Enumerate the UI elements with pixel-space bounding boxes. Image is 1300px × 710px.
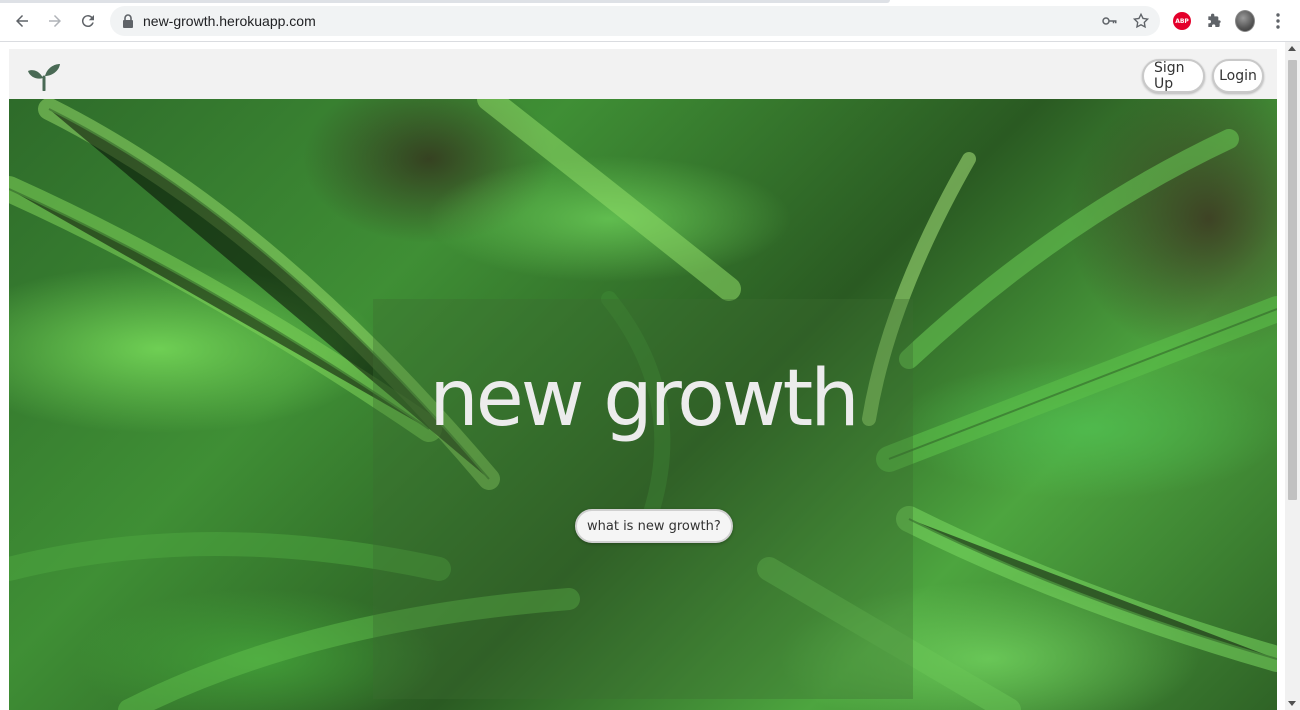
address-bar[interactable]: new-growth.herokuapp.com bbox=[110, 6, 1160, 36]
hero-section: new growth what is new growth? bbox=[9, 99, 1277, 710]
abp-icon: ABP bbox=[1173, 12, 1191, 30]
avatar bbox=[1235, 10, 1255, 32]
key-icon[interactable] bbox=[1100, 12, 1118, 30]
page-viewport: Sign Up Login new growth what is new gro… bbox=[0, 42, 1300, 710]
reload-icon bbox=[81, 15, 94, 28]
browser-menu-button[interactable] bbox=[1268, 11, 1288, 31]
hero-title: new growth bbox=[429, 354, 859, 444]
scroll-up-arrow[interactable] bbox=[1288, 46, 1296, 51]
scroll-down-arrow[interactable] bbox=[1288, 701, 1296, 706]
browser-toolbar: new-growth.herokuapp.com ABP bbox=[0, 0, 1300, 42]
lock-icon bbox=[123, 14, 133, 28]
scroll-thumb[interactable] bbox=[1288, 60, 1297, 500]
sign-up-button[interactable]: Sign Up bbox=[1142, 59, 1205, 93]
extensions-button[interactable] bbox=[1204, 11, 1224, 31]
site-navbar: Sign Up Login bbox=[9, 49, 1277, 99]
adblock-extension-button[interactable]: ABP bbox=[1172, 11, 1192, 31]
reload-button[interactable] bbox=[76, 9, 100, 33]
forward-button[interactable] bbox=[43, 9, 67, 33]
profile-button[interactable] bbox=[1235, 10, 1255, 32]
arrow-left-icon bbox=[16, 15, 28, 27]
site-container: Sign Up Login new growth what is new gro… bbox=[9, 49, 1277, 710]
star-icon[interactable] bbox=[1132, 12, 1150, 30]
puzzle-icon bbox=[1208, 13, 1221, 27]
tab-strip bbox=[0, 0, 890, 3]
arrow-right-icon bbox=[49, 15, 61, 27]
page-scrollbar[interactable] bbox=[1285, 42, 1300, 710]
kebab-menu-icon bbox=[1276, 13, 1280, 29]
url-text[interactable]: new-growth.herokuapp.com bbox=[143, 13, 316, 29]
login-button[interactable]: Login bbox=[1212, 59, 1264, 93]
what-is-new-growth-button[interactable]: what is new growth? bbox=[575, 509, 733, 543]
back-button[interactable] bbox=[10, 9, 34, 33]
sprout-icon[interactable] bbox=[27, 61, 61, 91]
